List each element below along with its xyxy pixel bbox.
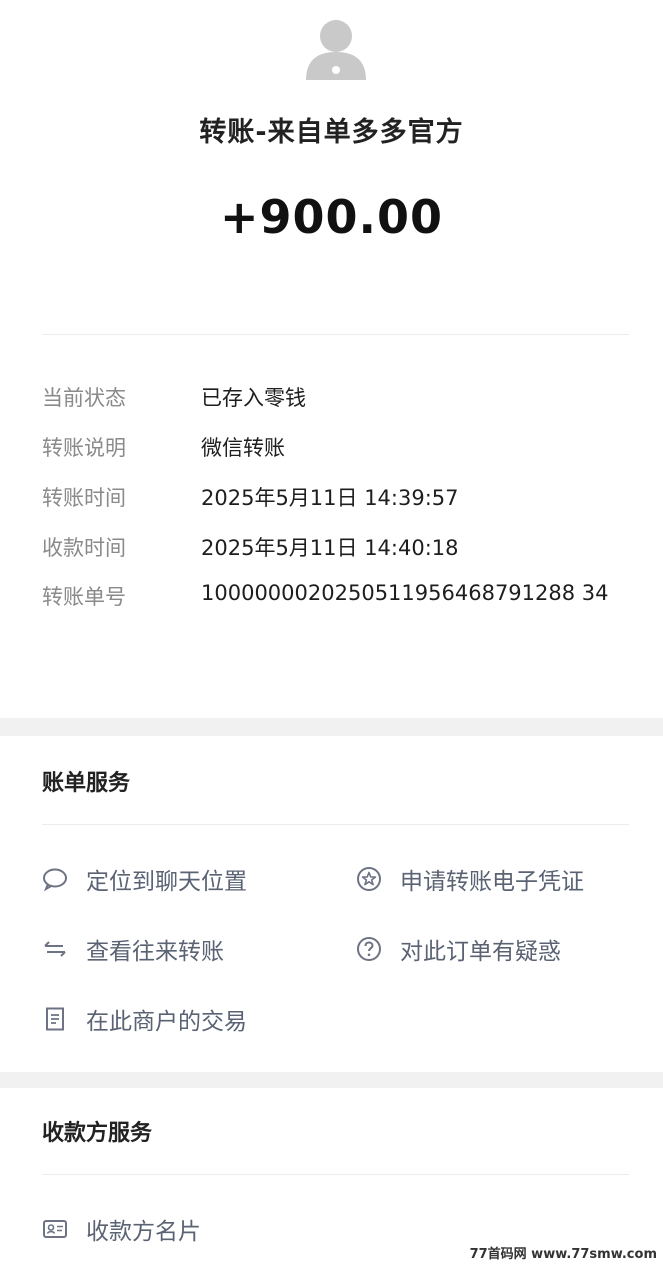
detail-value-status: 已存入零钱 [201, 386, 306, 410]
watermark: 77首码网 www.77smw.com [469, 1247, 657, 1262]
detail-value-order-no[interactable]: 1000000020250511956468791288 34 [201, 576, 621, 610]
id-card-icon [42, 1216, 68, 1242]
receipt-icon [42, 1006, 68, 1032]
detail-label-order-no: 转账单号 [42, 585, 126, 609]
merchant-transactions-button[interactable]: 在此商户的交易 [42, 1002, 247, 1036]
view-transfers-label: 查看往来转账 [86, 939, 224, 965]
section-gap [0, 1072, 663, 1088]
apply-voucher-button[interactable]: 申请转账电子凭证 [356, 862, 584, 896]
payee-services-title: 收款方服务 [42, 1121, 153, 1146]
detail-value-transfer-time: 2025年5月11日 14:39:57 [201, 486, 459, 510]
divider [42, 1174, 629, 1175]
section-gap [0, 718, 663, 736]
divider [42, 824, 629, 825]
order-question-button[interactable]: 对此订单有疑惑 [356, 932, 561, 966]
star-badge-icon [356, 866, 382, 892]
order-question-label: 对此订单有疑惑 [400, 939, 561, 965]
swap-arrows-icon [42, 936, 68, 962]
transfer-title: 转账-来自单多多官方 [199, 117, 464, 148]
chat-bubble-icon [42, 866, 68, 892]
detail-value-note: 微信转账 [201, 436, 285, 460]
detail-label-transfer-time: 转账时间 [42, 486, 126, 510]
locate-chat-label: 定位到聊天位置 [86, 869, 247, 895]
avatar-icon [306, 20, 366, 80]
detail-label-receive-time: 收款时间 [42, 536, 126, 560]
transfer-amount: +900.00 [219, 190, 444, 244]
detail-value-receive-time: 2025年5月11日 14:40:18 [201, 536, 459, 560]
detail-label-note: 转账说明 [42, 436, 126, 460]
payee-card-label: 收款方名片 [86, 1219, 201, 1245]
locate-chat-button[interactable]: 定位到聊天位置 [42, 862, 247, 896]
bill-services-title: 账单服务 [42, 771, 131, 796]
question-circle-icon [356, 936, 382, 962]
divider [42, 334, 629, 335]
merchant-transactions-label: 在此商户的交易 [86, 1009, 247, 1035]
view-transfers-button[interactable]: 查看往来转账 [42, 932, 224, 966]
apply-voucher-label: 申请转账电子凭证 [400, 869, 584, 895]
payee-card-button[interactable]: 收款方名片 [42, 1212, 201, 1246]
detail-label-status: 当前状态 [42, 386, 126, 410]
